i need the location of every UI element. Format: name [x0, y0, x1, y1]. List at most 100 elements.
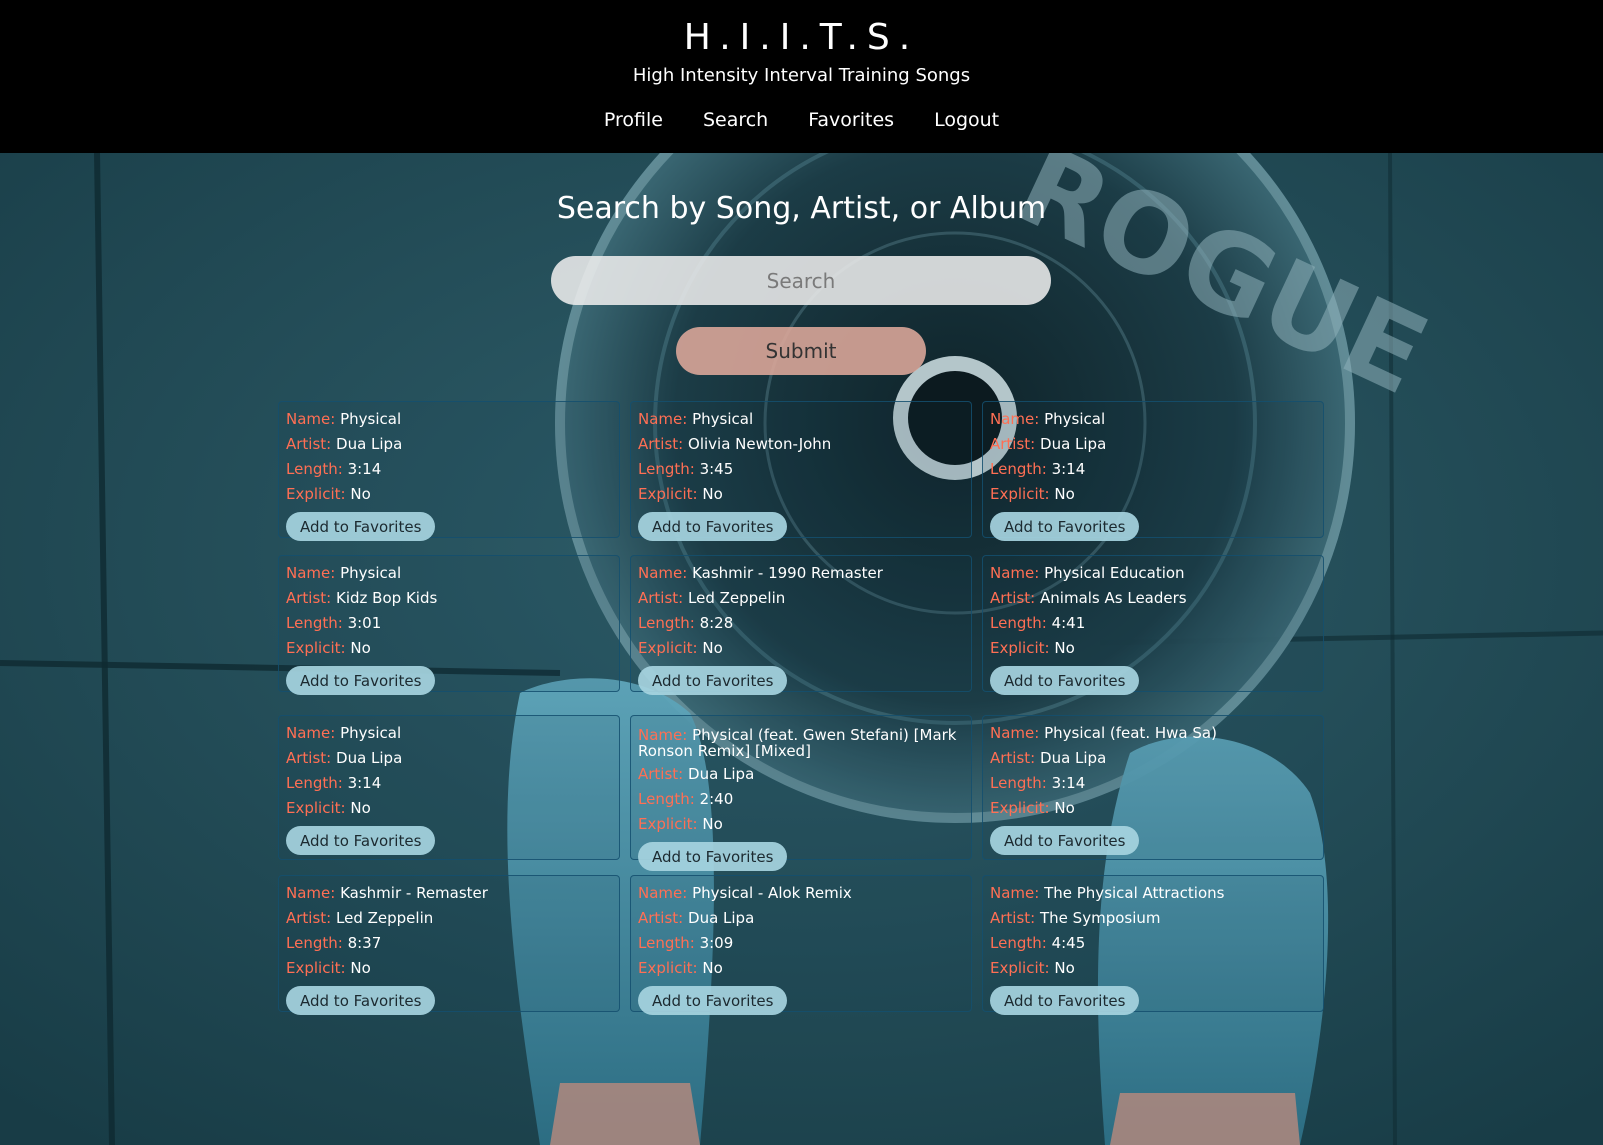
- card-length-value: 3:14: [1051, 774, 1086, 792]
- card-name-label: Name:: [990, 564, 1040, 582]
- card-artist-label: Artist:: [638, 435, 684, 453]
- card-artist-value: Dua Lipa: [336, 749, 403, 767]
- card-length: Length: 4:41: [990, 611, 1316, 636]
- card-name-value: Kashmir - 1990 Remaster: [692, 564, 883, 582]
- card-name-label: Name:: [638, 884, 688, 902]
- card-length-label: Length:: [990, 774, 1047, 792]
- card-length-value: 3:14: [1051, 460, 1086, 478]
- card-explicit-label: Explicit:: [286, 639, 346, 657]
- card-explicit-value: No: [1054, 639, 1075, 657]
- card-name-value: Kashmir - Remaster: [340, 884, 488, 902]
- add-to-favorites-button[interactable]: Add to Favorites: [638, 986, 788, 1015]
- add-to-favorites-button[interactable]: Add to Favorites: [286, 666, 436, 695]
- add-to-favorites-button[interactable]: Add to Favorites: [638, 666, 788, 695]
- card-length-label: Length:: [990, 934, 1047, 952]
- card-name: Name: The Physical Attractions: [990, 881, 1316, 906]
- card-artist-value: The Symposium: [1040, 909, 1161, 927]
- result-card: Name: Physical Artist: Kidz Bop Kids Lengt…: [278, 555, 620, 695]
- card-length: Length: 8:37: [286, 931, 612, 956]
- card-length: Length: 3:45: [638, 457, 964, 482]
- card-length: Length: 3:01: [286, 611, 612, 636]
- card-artist-label: Artist:: [990, 749, 1036, 767]
- card-explicit-label: Explicit:: [286, 485, 346, 503]
- card-explicit-value: No: [350, 959, 371, 977]
- card-length: Length: 3:14: [990, 457, 1316, 482]
- card-artist-label: Artist:: [990, 589, 1036, 607]
- card-artist: Artist: Dua Lipa: [638, 906, 964, 931]
- result-card: Name: Physical Artist: Dua Lipa Length: 3:…: [982, 401, 1324, 541]
- result-card: Name: Physical Education Artist: Animals …: [982, 555, 1324, 695]
- result-card: Name: Physical Artist: Dua Lipa Length: 3:…: [278, 401, 620, 541]
- card-name-label: Name:: [638, 564, 688, 582]
- card-explicit-label: Explicit:: [638, 639, 698, 657]
- card-name: Name: Kashmir - 1990 Remaster: [638, 561, 964, 586]
- card-name: Name: Physical: [286, 407, 612, 432]
- add-to-favorites-button[interactable]: Add to Favorites: [638, 512, 788, 541]
- card-length-value: 8:28: [699, 614, 734, 632]
- card-artist: Artist: Led Zeppelin: [286, 906, 612, 931]
- add-to-favorites-button[interactable]: Add to Favorites: [990, 986, 1140, 1015]
- card-length-value: 8:37: [347, 934, 382, 952]
- card-explicit: Explicit: No: [638, 636, 964, 661]
- search-input[interactable]: [551, 256, 1051, 305]
- card-explicit-value: No: [702, 959, 723, 977]
- card-name: Name: Kashmir - Remaster: [286, 881, 612, 906]
- card-explicit-label: Explicit:: [990, 959, 1050, 977]
- card-name-label: Name:: [286, 564, 336, 582]
- nav-logout[interactable]: Logout: [934, 107, 999, 133]
- card-length: Length: 3:14: [990, 771, 1316, 796]
- add-to-favorites-button[interactable]: Add to Favorites: [286, 826, 436, 855]
- card-artist-value: Dua Lipa: [688, 909, 755, 927]
- result-card: Name: Physical - Alok Remix Artist: Dua L…: [630, 875, 972, 1015]
- card-explicit: Explicit: No: [990, 636, 1316, 661]
- card-artist-value: Kidz Bop Kids: [336, 589, 438, 607]
- card-length-value: 3:01: [347, 614, 382, 632]
- card-artist-value: Dua Lipa: [1040, 749, 1107, 767]
- card-name-label: Name:: [638, 410, 688, 428]
- card-artist-value: Animals As Leaders: [1040, 589, 1187, 607]
- card-artist-label: Artist:: [990, 909, 1036, 927]
- result-card: Name: Physical Artist: Olivia Newton-John…: [630, 401, 972, 541]
- card-artist-label: Artist:: [638, 765, 684, 783]
- card-explicit-label: Explicit:: [638, 485, 698, 503]
- nav-search[interactable]: Search: [703, 107, 768, 133]
- card-name: Name: Physical Education: [990, 561, 1316, 586]
- site-subtitle: High Intensity Interval Training Songs: [632, 65, 971, 86]
- card-explicit: Explicit: No: [286, 636, 612, 661]
- card-explicit-value: No: [1054, 799, 1075, 817]
- card-explicit-label: Explicit:: [990, 485, 1050, 503]
- card-name: Name: Physical (feat. Gwen Stefani) [Mar…: [638, 721, 964, 762]
- card-name: Name: Physical: [286, 561, 612, 586]
- card-explicit: Explicit: No: [990, 482, 1316, 507]
- card-explicit: Explicit: No: [286, 796, 612, 821]
- card-name-value: Physical Education: [1044, 564, 1185, 582]
- card-name-value: Physical: [1044, 410, 1106, 428]
- card-explicit: Explicit: No: [286, 482, 612, 507]
- card-length-value: 3:09: [699, 934, 734, 952]
- card-length-label: Length:: [286, 774, 343, 792]
- add-to-favorites-button[interactable]: Add to Favorites: [990, 512, 1140, 541]
- card-explicit-value: No: [350, 639, 371, 657]
- add-to-favorites-button[interactable]: Add to Favorites: [286, 512, 436, 541]
- card-length-value: 2:40: [699, 790, 734, 808]
- card-length-label: Length:: [286, 614, 343, 632]
- card-artist: Artist: Dua Lipa: [990, 432, 1316, 457]
- add-to-favorites-button[interactable]: Add to Favorites: [286, 986, 436, 1015]
- card-name-label: Name:: [286, 884, 336, 902]
- card-length-label: Length:: [990, 460, 1047, 478]
- add-to-favorites-button[interactable]: Add to Favorites: [638, 842, 788, 871]
- card-length-value: 4:45: [1051, 934, 1086, 952]
- card-explicit-value: No: [702, 639, 723, 657]
- card-artist-value: Led Zeppelin: [688, 589, 786, 607]
- card-explicit-value: No: [702, 485, 723, 503]
- nav-profile[interactable]: Profile: [604, 107, 663, 133]
- add-to-favorites-button[interactable]: Add to Favorites: [990, 666, 1140, 695]
- nav-favorites[interactable]: Favorites: [808, 107, 894, 133]
- card-artist: Artist: Kidz Bop Kids: [286, 586, 612, 611]
- submit-button[interactable]: Submit: [676, 327, 926, 375]
- card-length-label: Length:: [638, 614, 695, 632]
- card-explicit-label: Explicit:: [638, 815, 698, 833]
- add-to-favorites-button[interactable]: Add to Favorites: [990, 826, 1140, 855]
- card-length-value: 3:14: [347, 460, 382, 478]
- card-explicit: Explicit: No: [990, 796, 1316, 821]
